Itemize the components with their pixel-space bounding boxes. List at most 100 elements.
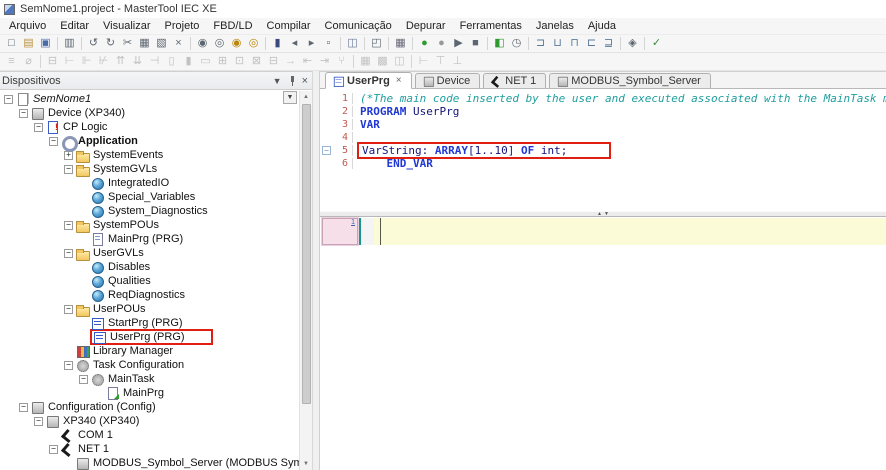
ladder-cross-icon[interactable]: ⊥ xyxy=(449,54,466,70)
insert-rising-contact-icon[interactable]: ⇈ xyxy=(112,54,129,70)
logout-icon[interactable]: ● xyxy=(433,36,450,52)
find-in-project-icon[interactable]: ◉ xyxy=(228,36,245,52)
collapse-icon[interactable]: − xyxy=(64,221,73,230)
tree-scrollbar[interactable]: ▲ ▼ xyxy=(299,91,312,470)
tab-device[interactable]: Device xyxy=(415,73,481,88)
insert-branch-icon[interactable]: ⑂ xyxy=(333,54,350,70)
scroll-down-icon[interactable]: ▼ xyxy=(303,458,309,470)
incremental-find-icon[interactable]: ◎ xyxy=(211,36,228,52)
view-grid-icon[interactable]: ▦ xyxy=(357,54,374,70)
task-time-icon[interactable]: ◷ xyxy=(508,36,525,52)
panel-close-icon[interactable]: × xyxy=(302,75,308,87)
tab-userprg[interactable]: UserPrg× xyxy=(325,72,412,89)
collapse-icon[interactable]: − xyxy=(64,249,73,258)
collapse-icon[interactable]: − xyxy=(64,361,73,370)
copy-icon[interactable]: ▦ xyxy=(136,36,153,52)
collapse-icon[interactable]: − xyxy=(64,165,73,174)
paste-icon[interactable]: ▧ xyxy=(153,36,170,52)
splitter-down-icon[interactable]: ▼ xyxy=(604,212,609,217)
tree-item-userpous[interactable]: −UserPOUs xyxy=(0,302,298,316)
assign-icon[interactable]: ≡ xyxy=(3,54,20,70)
refresh-icon[interactable]: ✓ xyxy=(648,36,665,52)
delete-icon[interactable]: × xyxy=(170,36,187,52)
stop-icon[interactable]: ■ xyxy=(467,36,484,52)
insert-block-icon[interactable]: ⊞ xyxy=(214,54,231,70)
collapse-icon[interactable]: − xyxy=(79,375,88,384)
tree-item-system-diagnostics[interactable]: System_Diagnostics xyxy=(0,204,298,218)
tree-item-cp-logic[interactable]: −CP Logic xyxy=(0,120,298,134)
panel-splitter[interactable] xyxy=(312,71,320,470)
redo-icon[interactable]: ↻ xyxy=(102,36,119,52)
code-line-1[interactable]: 1(*The main code inserted by the user an… xyxy=(320,92,886,105)
tree-item-mainprg[interactable]: MainPrg xyxy=(0,386,298,400)
tree-item-startprg-prg[interactable]: StartPrg (PRG) xyxy=(0,316,298,330)
menu-arquivo[interactable]: Arquivo xyxy=(2,19,53,33)
tree-item-configuration-config[interactable]: −Configuration (Config) xyxy=(0,400,298,414)
tree-item-device-xp340[interactable]: −Device (XP340) xyxy=(0,106,298,120)
insert-jump-icon[interactable]: → xyxy=(282,54,299,70)
scroll-up-icon[interactable]: ▲ xyxy=(303,91,309,103)
tree-item-com-1[interactable]: COM 1 xyxy=(0,428,298,442)
menu-ferramentas[interactable]: Ferramentas xyxy=(453,19,529,33)
tree-item-systemevents[interactable]: +SystemEvents xyxy=(0,148,298,162)
insert-negated-contact-icon[interactable]: ⊬ xyxy=(95,54,112,70)
insert-input-icon[interactable]: ⇥ xyxy=(316,54,333,70)
collapse-icon[interactable]: − xyxy=(49,445,58,454)
force-values-icon[interactable]: ◈ xyxy=(624,36,641,52)
insert-parallel-contact-icon[interactable]: ⊩ xyxy=(78,54,95,70)
collapse-icon[interactable]: − xyxy=(34,123,43,132)
clear-bookmarks-icon[interactable]: ▫ xyxy=(320,36,337,52)
tree-item-mainprg-prg[interactable]: MainPrg (PRG) xyxy=(0,232,298,246)
download-icon[interactable]: ◧ xyxy=(491,36,508,52)
tree-item-net-1[interactable]: −NET 1 xyxy=(0,442,298,456)
insert-network-icon[interactable]: ⊟ xyxy=(44,54,61,70)
tree-item-userprg-prg[interactable]: UserPrg (PRG) xyxy=(0,330,298,344)
tree-item-usergvls[interactable]: −UserGVLs xyxy=(0,246,298,260)
collapse-icon[interactable]: − xyxy=(19,403,28,412)
tree-item-task-configuration[interactable]: −Task Configuration xyxy=(0,358,298,372)
menu-fbd-ld[interactable]: FBD/LD xyxy=(206,19,259,33)
tree-item-integratedio[interactable]: IntegratedIO xyxy=(0,176,298,190)
menu-janelas[interactable]: Janelas xyxy=(529,19,581,33)
rung-number[interactable]: 1 xyxy=(351,219,355,226)
reset-icon[interactable]: ⊒ xyxy=(600,36,617,52)
tree-item-special-variables[interactable]: Special_Variables xyxy=(0,190,298,204)
ladder-rail-icon[interactable]: ⊢ xyxy=(415,54,432,70)
insert-return-icon[interactable]: ⇤ xyxy=(299,54,316,70)
menu-compilar[interactable]: Compilar xyxy=(260,19,318,33)
menu-editar[interactable]: Editar xyxy=(53,19,96,33)
insert-reset-coil-icon[interactable]: ▭ xyxy=(197,54,214,70)
fold-icon[interactable]: − xyxy=(322,146,331,155)
menu-depurar[interactable]: Depurar xyxy=(399,19,453,33)
tab-modbus-symbol-server[interactable]: MODBUS_Symbol_Server xyxy=(549,73,711,88)
run-icon[interactable]: ▶ xyxy=(450,36,467,52)
menu-ajuda[interactable]: Ajuda xyxy=(581,19,623,33)
collapse-icon[interactable]: − xyxy=(64,305,73,314)
tree-item-systemgvls[interactable]: −SystemGVLs xyxy=(0,162,298,176)
open-project-icon[interactable]: ▤ xyxy=(20,36,37,52)
collapse-icon[interactable]: − xyxy=(34,417,43,426)
tab-close-icon[interactable]: × xyxy=(396,75,402,86)
code-line-2[interactable]: 2PROGRAM UserPrg xyxy=(320,105,886,118)
insert-set-coil-icon[interactable]: ▮ xyxy=(180,54,197,70)
tree-item-maintask[interactable]: −MainTask xyxy=(0,372,298,386)
login-icon[interactable]: ● xyxy=(416,36,433,52)
insert-coil-icon[interactable]: ▯ xyxy=(163,54,180,70)
new-file-icon[interactable]: □ xyxy=(3,36,20,52)
scrollbar-thumb[interactable] xyxy=(302,104,311,404)
tree-item-modbus-symbol-server-modbus-symbol-server[interactable]: MODBUS_Symbol_Server (MODBUS Symbol Serv… xyxy=(0,456,298,470)
tab-net-1[interactable]: NET 1 xyxy=(483,73,546,88)
cut-icon[interactable]: ✂ xyxy=(119,36,136,52)
splitter-up-icon[interactable]: ▲ xyxy=(597,212,602,217)
next-bookmark-icon[interactable]: ▸ xyxy=(303,36,320,52)
tree-item-semnome1[interactable]: −SemNome1 xyxy=(0,92,298,106)
rung-label[interactable]: 1 xyxy=(322,218,358,245)
step-over-icon[interactable]: ⊐ xyxy=(532,36,549,52)
toggle-bookmark-icon[interactable]: ▮ xyxy=(269,36,286,52)
print-icon[interactable]: ▥ xyxy=(61,36,78,52)
view-blocks-icon[interactable]: ▩ xyxy=(374,54,391,70)
find-icon[interactable]: ◉ xyxy=(194,36,211,52)
insert-block-io-icon[interactable]: ⊠ xyxy=(248,54,265,70)
run-to-cursor-icon[interactable]: ⊏ xyxy=(583,36,600,52)
tree-dropdown-icon[interactable]: ▼ xyxy=(283,91,297,104)
